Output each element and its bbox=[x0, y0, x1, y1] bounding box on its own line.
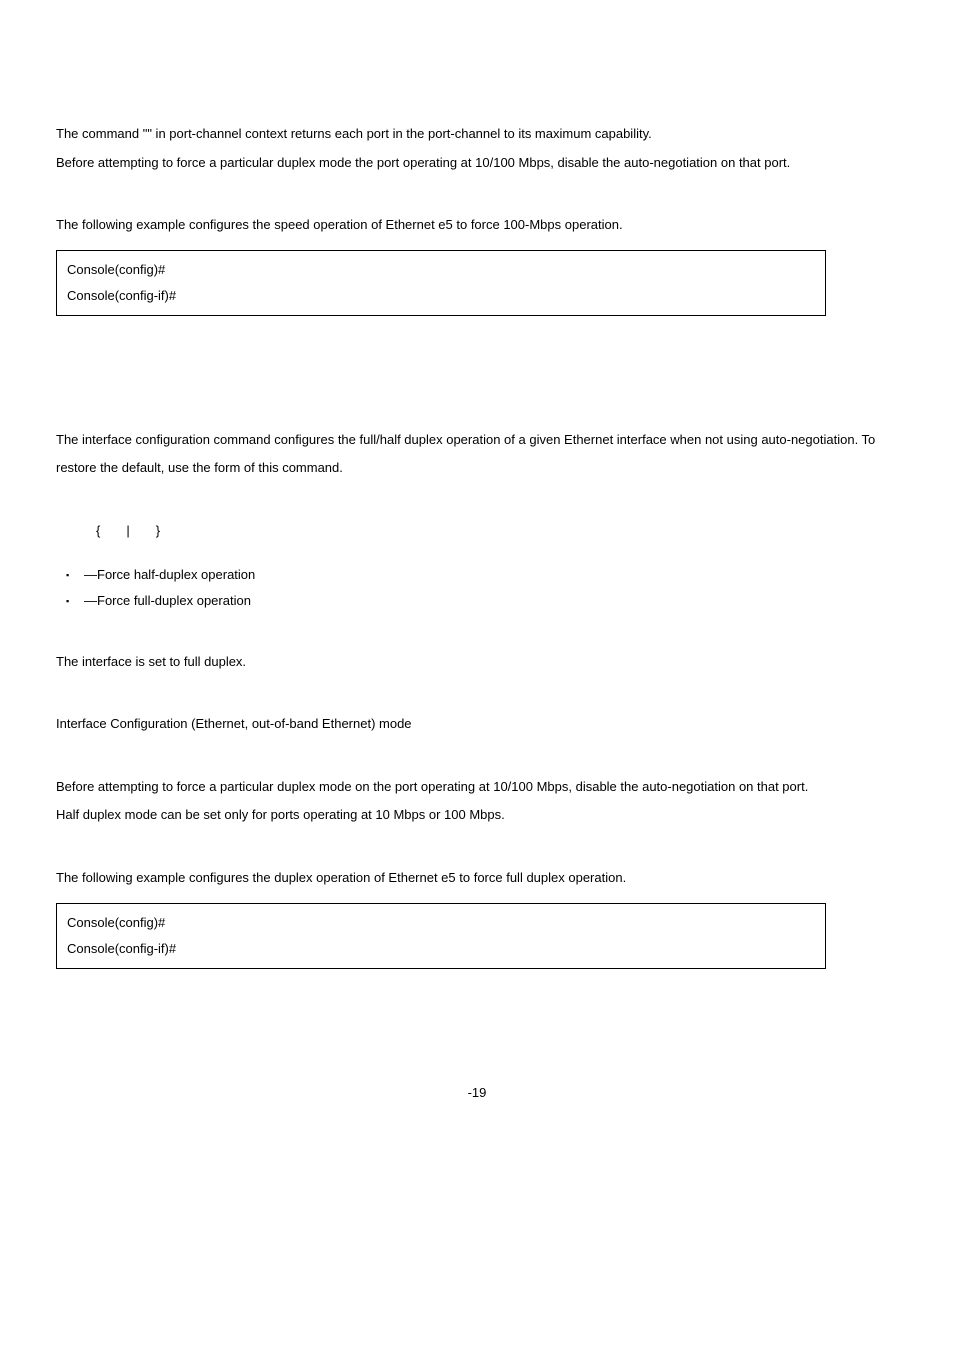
text: " in port-channel context returns each p… bbox=[147, 126, 651, 141]
guideline-1: Before attempting to force a particular … bbox=[56, 773, 898, 802]
text: interface configuration command configur… bbox=[56, 432, 875, 476]
syntax-line: { | } bbox=[56, 517, 898, 546]
page-number: -19 bbox=[56, 1079, 898, 1108]
code-block-duplex: Console(config)# Console(config-if)# bbox=[56, 903, 826, 969]
duplex-description: The interface configuration command conf… bbox=[56, 426, 898, 483]
list-text: —Force half-duplex operation bbox=[84, 567, 255, 582]
list-text: —Force full-duplex operation bbox=[84, 593, 251, 608]
guideline-2: Half duplex mode can be set only for por… bbox=[56, 801, 898, 830]
code-line: Console(config-if)# bbox=[67, 283, 815, 309]
code-line: Console(config)# bbox=[67, 257, 815, 283]
text: The bbox=[56, 432, 82, 447]
list-item: —Force half-duplex operation bbox=[56, 562, 898, 588]
default-config: The interface is set to full duplex. bbox=[56, 648, 898, 677]
example-intro: The following example configures the spe… bbox=[56, 211, 898, 240]
list-item: —Force full-duplex operation bbox=[56, 588, 898, 614]
option-list: —Force half-duplex operation —Force full… bbox=[56, 562, 898, 614]
command-mode: Interface Configuration (Ethernet, out-o… bbox=[56, 710, 898, 739]
paragraph-no-speed: The command "" in port-channel context r… bbox=[56, 120, 898, 149]
code-line: Console(config-if)# bbox=[67, 936, 815, 962]
code-block-speed: Console(config)# Console(config-if)# bbox=[56, 250, 826, 316]
paragraph: Before attempting to force a particular … bbox=[56, 149, 898, 178]
code-line: Console(config)# bbox=[67, 910, 815, 936]
example-intro-2: The following example configures the dup… bbox=[56, 864, 898, 893]
text: form of this command. bbox=[214, 460, 343, 475]
text: The command " bbox=[56, 126, 147, 141]
